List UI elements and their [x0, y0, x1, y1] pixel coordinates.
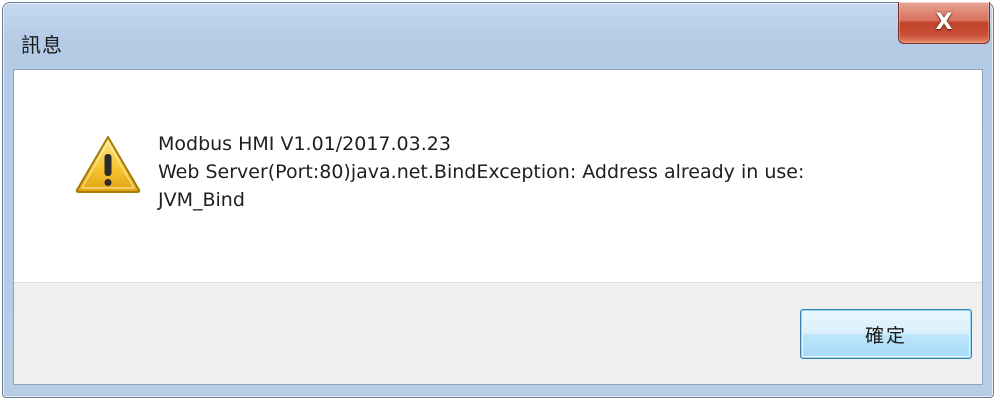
message-line-detail: JVM_Bind — [158, 189, 245, 211]
ok-button[interactable]: 確定 — [800, 309, 972, 359]
message-text: Modbus HMI V1.01/2017.03.23 Web Server(P… — [158, 130, 804, 214]
button-area: 確定 — [14, 282, 982, 384]
message-line-error: Web Server(Port:80)java.net.BindExceptio… — [158, 161, 805, 183]
close-button[interactable]: X — [898, 2, 990, 44]
message-dialog-window: 訊息 X Modbus HMI V1.01/2017.03.23 Web Ser… — [2, 2, 994, 398]
title-bar[interactable]: 訊息 X — [3, 2, 993, 71]
window-title: 訊息 — [21, 33, 63, 57]
dialog-client-area: Modbus HMI V1.01/2017.03.23 Web Server(P… — [13, 69, 983, 385]
close-icon: X — [935, 9, 953, 35]
screen: 訊息 X Modbus HMI V1.01/2017.03.23 Web Ser… — [0, 0, 998, 400]
message-area: Modbus HMI V1.01/2017.03.23 Web Server(P… — [14, 70, 982, 282]
warning-icon — [75, 136, 141, 193]
message-line-version: Modbus HMI V1.01/2017.03.23 — [158, 133, 451, 155]
